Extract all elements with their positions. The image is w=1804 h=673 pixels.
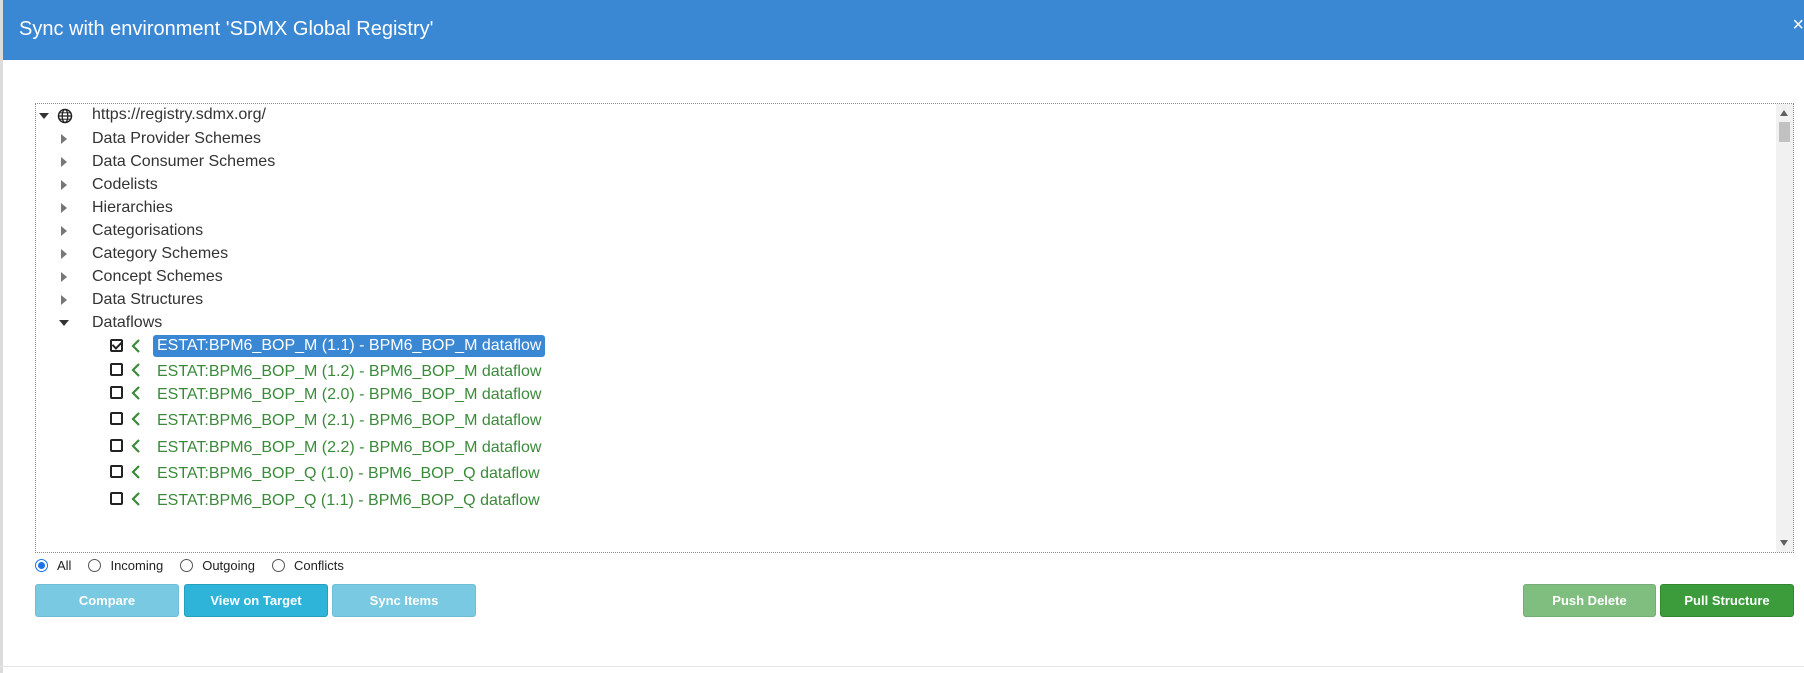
expand-icon[interactable] [58, 294, 70, 306]
expand-icon[interactable] [58, 156, 70, 168]
radio-incoming[interactable] [88, 558, 102, 572]
filter-incoming-label[interactable]: Incoming [110, 558, 163, 573]
tree-item-label[interactable]: Categorisations [92, 222, 203, 240]
structure-tree[interactable]: https://registry.sdmx.org/ Data Provider… [35, 103, 1794, 553]
filter-conflicts-label[interactable]: Conflicts [294, 558, 344, 573]
filter-outgoing-label[interactable]: Outgoing [202, 558, 255, 573]
filter-radio-group: All Incoming Outgoing Conflicts [35, 556, 361, 574]
tree-root-label[interactable]: https://registry.sdmx.org/ [92, 106, 266, 124]
tree-item-label[interactable]: Hierarchies [92, 199, 173, 217]
dataflow-checkbox[interactable] [110, 412, 123, 425]
globe-icon [57, 108, 73, 124]
expand-icon[interactable] [58, 248, 70, 260]
radio-outgoing[interactable] [180, 558, 194, 572]
collapse-toggle[interactable] [58, 317, 70, 329]
scroll-down-icon[interactable] [1780, 540, 1788, 546]
view-on-target-button[interactable]: View on Target [184, 584, 328, 617]
dataflow-checkbox[interactable] [110, 386, 123, 399]
chevron-left-icon [131, 363, 140, 377]
compare-button[interactable]: Compare [35, 584, 179, 617]
sync-items-button[interactable]: Sync Items [332, 584, 476, 617]
dataflow-label[interactable]: ESTAT:BPM6_BOP_M (2.0) - BPM6_BOP_M data… [153, 384, 545, 406]
filter-outgoing[interactable]: Outgoing [180, 558, 255, 573]
vertical-scrollbar[interactable] [1776, 104, 1793, 552]
radio-all[interactable] [35, 558, 48, 572]
dataflow-checkbox[interactable] [110, 339, 123, 352]
expand-icon[interactable] [58, 202, 70, 214]
tree-item-label[interactable]: Category Schemes [92, 245, 228, 263]
chevron-left-icon [131, 465, 140, 479]
filter-conflicts[interactable]: Conflicts [271, 558, 344, 573]
dataflow-label[interactable]: ESTAT:BPM6_BOP_Q (1.0) - BPM6_BOP_Q data… [153, 463, 544, 485]
chevron-left-icon [131, 386, 140, 400]
dataflow-label[interactable]: ESTAT:BPM6_BOP_Q (1.1) - BPM6_BOP_Q data… [153, 490, 544, 512]
dialog-left-border [0, 0, 3, 673]
dataflow-label[interactable]: ESTAT:BPM6_BOP_M (2.1) - BPM6_BOP_M data… [153, 410, 545, 432]
dataflow-checkbox[interactable] [110, 492, 123, 505]
dialog-title: Sync with environment 'SDMX Global Regis… [19, 18, 434, 40]
dataflow-checkbox[interactable] [110, 465, 123, 478]
dataflow-label[interactable]: ESTAT:BPM6_BOP_M (2.2) - BPM6_BOP_M data… [153, 437, 545, 459]
chevron-left-icon [131, 492, 140, 506]
radio-conflicts[interactable] [271, 558, 285, 572]
tree-item-label[interactable]: Codelists [92, 176, 158, 194]
tree-item-label[interactable]: Data Provider Schemes [92, 130, 261, 148]
dialog-header: Sync with environment 'SDMX Global Regis… [3, 0, 1804, 60]
expand-icon[interactable] [58, 133, 70, 145]
chevron-left-icon [131, 339, 140, 353]
dataflow-checkbox[interactable] [110, 439, 123, 452]
tree-item-label[interactable]: Data Consumer Schemes [92, 153, 275, 171]
chevron-left-icon [131, 412, 140, 426]
pull-structure-button[interactable]: Pull Structure [1660, 584, 1794, 617]
dataflow-label[interactable]: ESTAT:BPM6_BOP_M (1.2) - BPM6_BOP_M data… [153, 361, 545, 383]
scroll-thumb[interactable] [1779, 122, 1790, 142]
expand-icon[interactable] [58, 179, 70, 191]
filter-incoming[interactable]: Incoming [88, 558, 163, 573]
filter-all[interactable]: All [35, 558, 71, 573]
filter-all-label[interactable]: All [57, 558, 71, 573]
tree-item-label[interactable]: Concept Schemes [92, 268, 223, 286]
dataflow-checkbox[interactable] [110, 363, 123, 376]
push-delete-button[interactable]: Push Delete [1523, 584, 1656, 617]
expand-icon[interactable] [58, 271, 70, 283]
footer-divider [0, 666, 1804, 667]
collapse-toggle[interactable] [38, 110, 50, 122]
close-icon[interactable]: × [1792, 14, 1804, 37]
tree-item-label[interactable]: Data Structures [92, 291, 203, 309]
chevron-left-icon [131, 439, 140, 453]
tree-item-label[interactable]: Dataflows [92, 314, 162, 332]
expand-icon[interactable] [58, 225, 70, 237]
dataflow-label[interactable]: ESTAT:BPM6_BOP_M (1.1) - BPM6_BOP_M data… [153, 335, 546, 357]
scroll-up-icon[interactable] [1780, 110, 1788, 116]
